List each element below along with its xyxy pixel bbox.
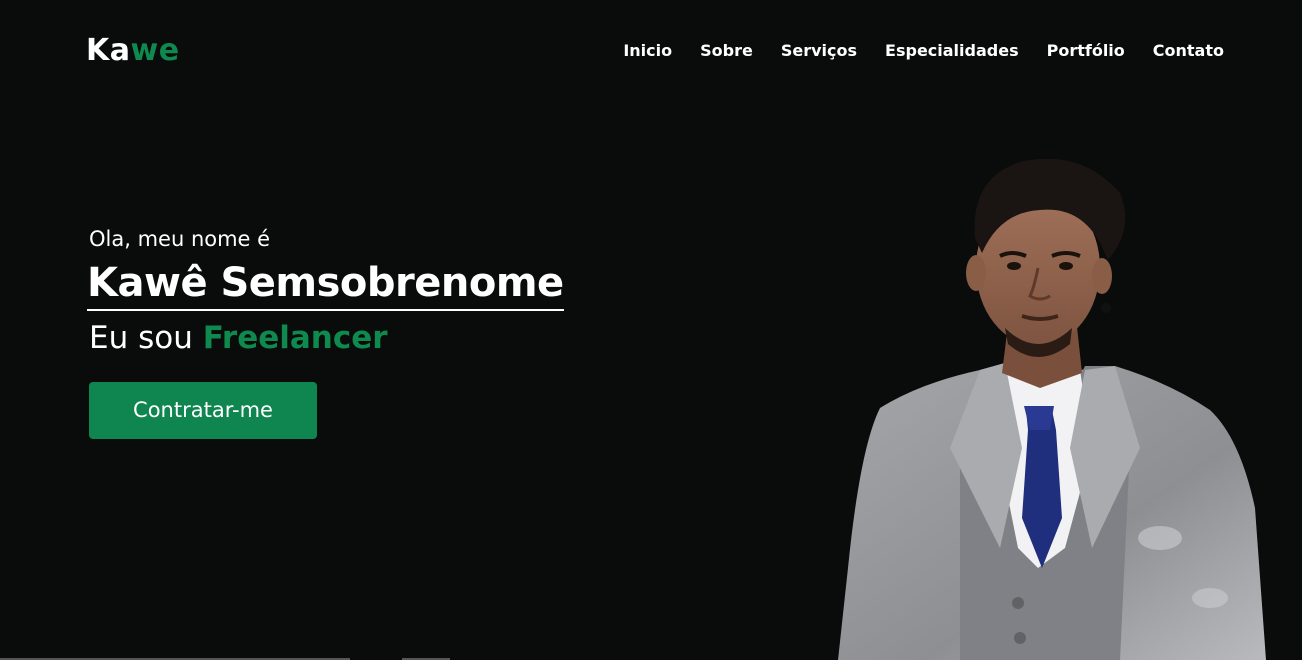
hire-me-button[interactable]: Contratar-me: [89, 382, 317, 439]
portrait-image: [838, 158, 1266, 660]
hero-role: Eu sou Freelancer: [89, 318, 388, 358]
logo-part-1: Ka: [86, 33, 131, 68]
hero-name: Kawê Semsobrenome: [87, 258, 564, 311]
nav-link-portfolio[interactable]: Portfólio: [1047, 40, 1125, 62]
nav-link-especialidades[interactable]: Especialidades: [885, 40, 1019, 62]
logo[interactable]: Kawe: [86, 32, 180, 70]
nav-link-contato[interactable]: Contato: [1153, 40, 1224, 62]
hero-greeting: Ola, meu nome é: [89, 227, 271, 251]
nav-link-servicos[interactable]: Serviços: [781, 40, 857, 62]
nav-link-sobre[interactable]: Sobre: [700, 40, 753, 62]
nav-link-inicio[interactable]: Inicio: [623, 40, 672, 62]
main-nav: Inicio Sobre Serviços Especialidades Por…: [623, 40, 1224, 62]
page: Kawe Inicio Sobre Serviços Especialidade…: [0, 0, 1302, 660]
hero-role-accent: Freelancer: [202, 320, 388, 356]
hero-role-prefix: Eu sou: [89, 320, 193, 356]
logo-part-2: we: [130, 33, 180, 68]
